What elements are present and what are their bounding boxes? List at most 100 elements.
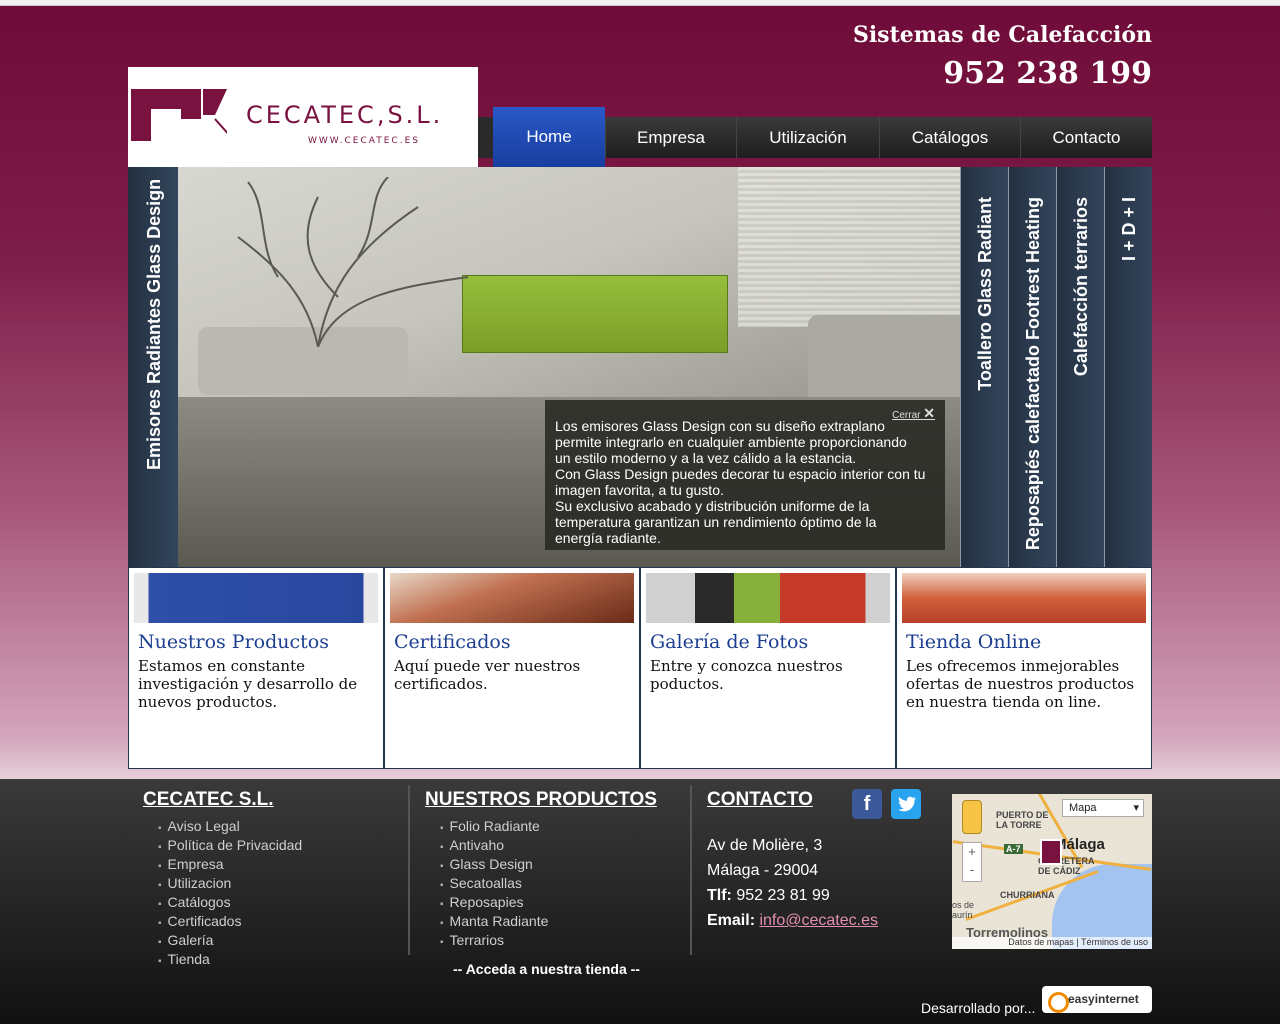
caption-close-label: Cerrar: [892, 410, 921, 421]
footer-link[interactable]: Tienda: [158, 951, 302, 970]
slider-caption: Cerrar ✕ Los emisores Glass Design con s…: [545, 400, 945, 550]
contact-address: Av de Molière, 3: [707, 837, 823, 854]
slider-tab-reposapies[interactable]: Reposapiés calefactado Footrest Heating: [1008, 167, 1056, 567]
map-label: CHURRIANA: [1000, 890, 1055, 900]
footer-link[interactable]: Secatoallas: [440, 875, 657, 894]
footer-col-title[interactable]: CECATEC S.L.: [143, 789, 302, 811]
slider-tab-terrarios[interactable]: Calefacción terrarios: [1056, 167, 1104, 567]
footer-link[interactable]: Aviso Legal: [158, 818, 302, 837]
map-type-select[interactable]: Mapa ▾: [1062, 799, 1144, 817]
footer-link[interactable]: Catálogos: [158, 894, 302, 913]
map-highway-label: A-7: [1004, 844, 1023, 854]
box-text: Entre y conozca nuestros poductos.: [650, 657, 843, 693]
footer-col-products: NUESTROS PRODUCTOS Folio Radiante Antiva…: [425, 789, 657, 977]
twitter-icon[interactable]: [891, 789, 921, 819]
footer-link[interactable]: Terrarios: [440, 932, 657, 951]
twitter-bird-glyph: [898, 796, 917, 812]
footer-link[interactable]: Manta Radiante: [440, 913, 657, 932]
footer-link[interactable]: Folio Radiante: [440, 818, 657, 837]
footer-link[interactable]: Certificados: [158, 913, 302, 932]
phone-label: Tlf:: [707, 887, 732, 904]
contact-city: Málaga - 29004: [707, 862, 819, 879]
green-glass-radiator: [462, 275, 728, 353]
box-title: Galería de Fotos: [650, 631, 809, 653]
footer-link[interactable]: Reposapies: [440, 894, 657, 913]
nav-empresa[interactable]: Empresa: [605, 117, 736, 158]
map-terms-link[interactable]: Términos de uso: [1081, 937, 1148, 947]
contact-phone: Tlf: 952 23 81 99: [707, 883, 878, 908]
logo-url: WWW.CECATEC.ES: [308, 136, 420, 146]
nav-spacer: [478, 117, 493, 158]
facebook-icon[interactable]: f: [852, 789, 882, 819]
chevron-down-icon: ▾: [1133, 802, 1139, 814]
slider-tab-idi[interactable]: I + D + I: [1104, 167, 1152, 567]
site-logo[interactable]: CECATEC,S.L. WWW.CECATEC.ES: [128, 67, 478, 167]
nav-contacto[interactable]: Contacto: [1020, 117, 1152, 158]
slider-tab-label: I + D + I: [1119, 197, 1139, 262]
street-view-pegman-icon[interactable]: [962, 800, 982, 834]
nav-catalogos[interactable]: Catálogos: [879, 117, 1020, 158]
slider-tab-label: Toallero Glass Radiant: [975, 197, 995, 391]
branches-decoration: [237, 177, 469, 347]
map-type-label: Mapa: [1069, 802, 1097, 814]
logo-text: CECATEC,S.L.: [246, 101, 444, 129]
main-nav: Home Empresa Utilización Catálogos Conta…: [478, 107, 1152, 167]
footer-divider: [690, 785, 692, 955]
nav-home[interactable]: Home: [493, 107, 605, 167]
footer-link[interactable]: Utilizacion: [158, 875, 302, 894]
site-footer: CECATEC S.L. Aviso Legal Política de Pri…: [0, 779, 1280, 1024]
footer-link[interactable]: Galería: [158, 932, 302, 951]
gallery-panels-image: [646, 573, 890, 623]
header-phone: 952 238 199: [943, 56, 1152, 91]
caption-line: imagen favorita, a tu gusto.: [555, 482, 724, 498]
email-link[interactable]: info@cecatec.es: [759, 912, 878, 929]
red-sofa-image: [902, 573, 1146, 623]
caption-line: Con Glass Design puedes decorar tu espac…: [555, 466, 926, 482]
email-label: Email:: [707, 912, 756, 929]
slider-tab-glass-design[interactable]: Emisores Radiantes Glass Design: [128, 167, 178, 567]
slider-tab-label: Calefacción terrarios: [1071, 197, 1091, 377]
slider-tab-label: Emisores Radiantes Glass Design: [144, 178, 164, 470]
phone-value: 952 23 81 99: [736, 887, 830, 904]
window-blinds: [738, 167, 960, 327]
footer-col-title[interactable]: NUESTROS PRODUCTOS: [425, 789, 657, 811]
zoom-out-button[interactable]: -: [963, 861, 981, 879]
slider-tab-label: Reposapiés calefactado Footrest Heating: [1023, 197, 1043, 551]
caption-line: temperatura garantizan un rendimiento óp…: [555, 514, 877, 530]
location-map[interactable]: Mapa ▾ + - PUERTO DE LA TORRE Málaga CARR…: [952, 794, 1152, 949]
box-galeria[interactable]: Galería de Fotos Entre y conozca nuestro…: [640, 567, 896, 769]
box-title: Certificados: [394, 631, 511, 653]
map-marker-icon[interactable]: [1040, 839, 1062, 865]
close-icon: ✕: [923, 405, 935, 421]
zoom-in-button[interactable]: +: [963, 843, 981, 861]
footer-link[interactable]: Empresa: [158, 856, 302, 875]
box-text: Estamos en constante investigación y des…: [138, 657, 358, 711]
map-data-link[interactable]: Datos de mapas: [1008, 937, 1074, 947]
box-tienda[interactable]: Tienda Online Les ofrecemos inmejorables…: [896, 567, 1152, 769]
footer-link[interactable]: Glass Design: [440, 856, 657, 875]
developer-logo[interactable]: easyinternet: [1042, 986, 1152, 1013]
blue-panel-image: [134, 573, 378, 623]
footer-divider: [408, 785, 410, 955]
caption-close-button[interactable]: Cerrar ✕: [892, 405, 935, 424]
map-label: os de aurín: [952, 900, 975, 920]
slider-tab-toallero[interactable]: Toallero Glass Radiant: [960, 167, 1008, 567]
feature-boxes: Nuestros Productos Estamos en constante …: [128, 567, 1152, 769]
footer-col-company: CECATEC S.L. Aviso Legal Política de Pri…: [143, 789, 302, 970]
site-tagline: Sistemas de Calefacción: [852, 22, 1152, 48]
footer-link[interactable]: Antivaho: [440, 837, 657, 856]
browser-top-strip: [0, 0, 1280, 6]
footer-link[interactable]: Política de Privacidad: [158, 837, 303, 856]
header-contact: Sistemas de Calefacción 952 238 199: [853, 22, 1152, 91]
nav-utilizacion[interactable]: Utilización: [736, 117, 879, 158]
shop-link[interactable]: -- Acceda a nuestra tienda --: [453, 961, 657, 977]
map-zoom-control: + -: [962, 842, 982, 882]
box-certificados[interactable]: Certificados Aquí puede ver nuestros cer…: [384, 567, 640, 769]
caption-line: permite integrarlo en cualquier ambiente…: [555, 434, 907, 450]
map-label: PUERTO DE LA TORRE: [996, 810, 1049, 830]
box-text: Les ofrecemos inmejorables ofertas de nu…: [906, 657, 1135, 711]
contact-email: Email: info@cecatec.es: [707, 908, 878, 933]
box-productos[interactable]: Nuestros Productos Estamos en constante …: [128, 567, 384, 769]
caption-line: un estilo moderno y a la vez cálido a la…: [555, 450, 857, 466]
box-text: Aquí puede ver nuestros certificados.: [394, 657, 581, 693]
